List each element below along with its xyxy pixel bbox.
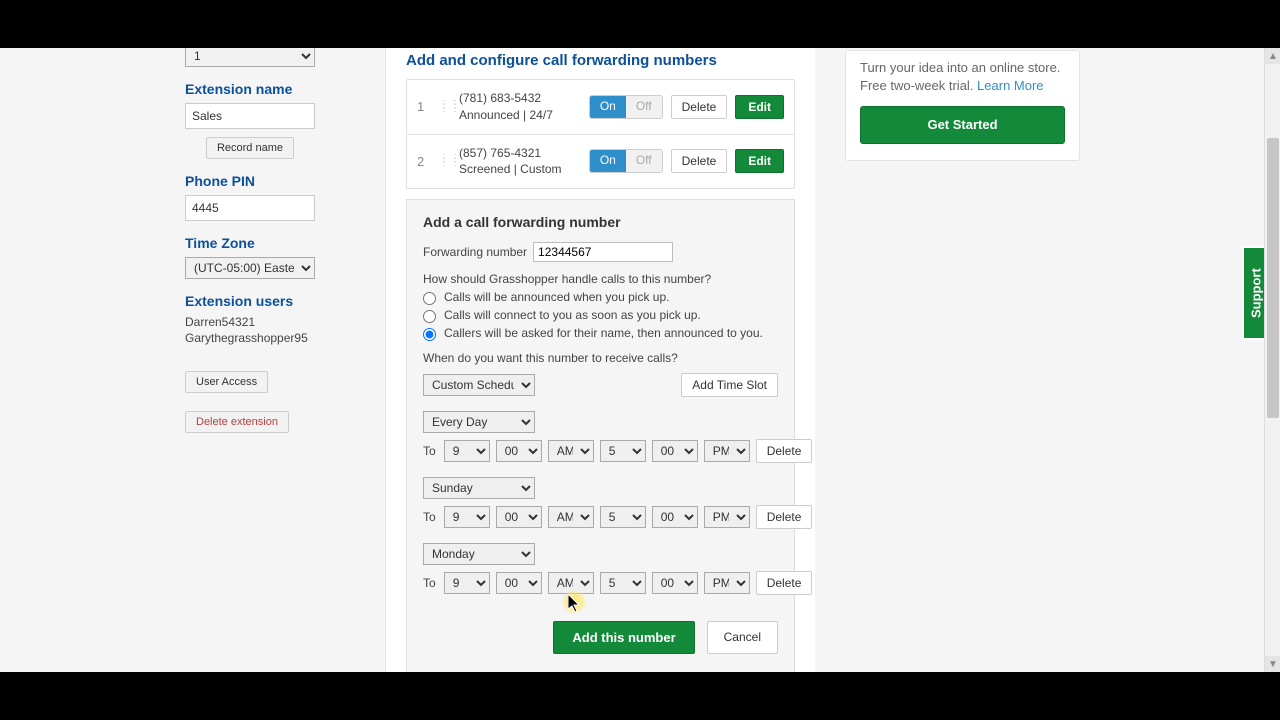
scrollbar[interactable]: ▲ ▼ (1264, 48, 1280, 672)
handle-radio-screened[interactable] (423, 328, 436, 341)
time-slot: Sunday To 9 00 AM 5 00 PM Delete (423, 477, 778, 529)
user-access-button[interactable]: User Access (185, 371, 268, 393)
delete-forwarding-button[interactable]: Delete (671, 149, 728, 173)
handle-question: How should Grasshopper handle calls to t… (423, 272, 778, 286)
start-hour-select[interactable]: 9 (444, 506, 490, 528)
add-panel-title: Add a call forwarding number (423, 214, 778, 230)
phone-pin-input[interactable] (185, 195, 315, 221)
time-slot: Monday To 9 00 AM 5 00 PM Delete (423, 543, 778, 595)
forwarding-meta: Screened | Custom (459, 161, 581, 178)
start-minute-select[interactable]: 00 (496, 440, 542, 462)
handle-radio-connect[interactable] (423, 310, 436, 323)
scroll-thumb[interactable] (1267, 138, 1279, 418)
to-label: To (423, 576, 436, 590)
end-period-select[interactable]: PM (704, 572, 750, 594)
start-hour-select[interactable]: 9 (444, 572, 490, 594)
end-period-select[interactable]: PM (704, 440, 750, 462)
forwarding-phone: (857) 765-4321 (459, 145, 581, 162)
extension-name-label: Extension name (185, 81, 355, 97)
schedule-type-select[interactable]: Custom Schedule (423, 374, 535, 396)
start-period-select[interactable]: AM (548, 440, 594, 462)
start-period-select[interactable]: AM (548, 572, 594, 594)
record-name-button[interactable]: Record name (206, 137, 294, 159)
end-hour-select[interactable]: 5 (600, 440, 646, 462)
delete-slot-button[interactable]: Delete (756, 571, 813, 595)
drag-handle-icon[interactable]: ⋮⋮⋮⋮ (439, 103, 451, 111)
delete-slot-button[interactable]: Delete (756, 505, 813, 529)
scroll-down-arrow-icon[interactable]: ▼ (1265, 656, 1280, 672)
phone-pin-label: Phone PIN (185, 173, 355, 189)
extension-user: Garythegrasshopper95 (185, 331, 355, 345)
on-off-toggle[interactable]: OnOff (589, 95, 663, 119)
time-slot: Every Day To 9 00 AM 5 00 PM Delete (423, 411, 778, 463)
add-time-slot-button[interactable]: Add Time Slot (681, 373, 778, 397)
handle-radio-announced[interactable] (423, 292, 436, 305)
scroll-up-arrow-icon[interactable]: ▲ (1265, 48, 1280, 64)
extension-user: Darren54321 (185, 315, 355, 329)
handle-radio-label: Callers will be asked for their name, th… (444, 326, 763, 340)
delete-slot-button[interactable]: Delete (756, 439, 813, 463)
row-index: 2 (417, 154, 431, 169)
start-minute-select[interactable]: 00 (496, 506, 542, 528)
cancel-button[interactable]: Cancel (707, 621, 778, 654)
end-minute-select[interactable]: 00 (652, 440, 698, 462)
timezone-select[interactable]: (UTC-05:00) Easter (185, 257, 315, 279)
forwarding-number-input[interactable] (533, 242, 673, 262)
end-hour-select[interactable]: 5 (600, 506, 646, 528)
extension-name-input[interactable] (185, 103, 315, 129)
forwarding-row: 2 ⋮⋮⋮⋮ (857) 765-4321 Screened | Custom … (407, 134, 794, 189)
row-index: 1 (417, 99, 431, 114)
handle-radio-label: Calls will connect to you as soon as you… (444, 308, 701, 322)
to-label: To (423, 444, 436, 458)
promo-learn-more-link[interactable]: Learn More (977, 78, 1043, 93)
end-period-select[interactable]: PM (704, 506, 750, 528)
drag-handle-icon[interactable]: ⋮⋮⋮⋮ (439, 157, 451, 165)
section-title: Add and configure call forwarding number… (386, 48, 815, 79)
day-select[interactable]: Monday (423, 543, 535, 565)
forwarding-meta: Announced | 24/7 (459, 107, 581, 124)
add-this-number-button[interactable]: Add this number (553, 621, 694, 654)
end-minute-select[interactable]: 00 (652, 572, 698, 594)
on-off-toggle[interactable]: OnOff (589, 149, 663, 173)
delete-extension-button[interactable]: Delete extension (185, 411, 289, 433)
handle-radio-label: Calls will be announced when you pick up… (444, 290, 669, 304)
forwarding-row: 1 ⋮⋮⋮⋮ (781) 683-5432 Announced | 24/7 O… (407, 80, 794, 134)
day-select[interactable]: Every Day (423, 411, 535, 433)
edit-forwarding-button[interactable]: Edit (735, 149, 784, 173)
day-select[interactable]: Sunday (423, 477, 535, 499)
when-question: When do you want this number to receive … (423, 351, 778, 365)
extension-number-select[interactable]: 1 (185, 48, 315, 67)
timezone-label: Time Zone (185, 235, 355, 251)
delete-forwarding-button[interactable]: Delete (671, 95, 728, 119)
start-minute-select[interactable]: 00 (496, 572, 542, 594)
end-hour-select[interactable]: 5 (600, 572, 646, 594)
edit-forwarding-button[interactable]: Edit (735, 95, 784, 119)
forwarding-number-label: Forwarding number (423, 245, 527, 259)
extension-users-label: Extension users (185, 293, 355, 309)
start-period-select[interactable]: AM (548, 506, 594, 528)
start-hour-select[interactable]: 9 (444, 440, 490, 462)
promo-card: Turn your idea into an online store. Fre… (845, 50, 1080, 161)
promo-get-started-button[interactable]: Get Started (860, 106, 1065, 144)
end-minute-select[interactable]: 00 (652, 506, 698, 528)
forwarding-phone: (781) 683-5432 (459, 90, 581, 107)
to-label: To (423, 510, 436, 524)
